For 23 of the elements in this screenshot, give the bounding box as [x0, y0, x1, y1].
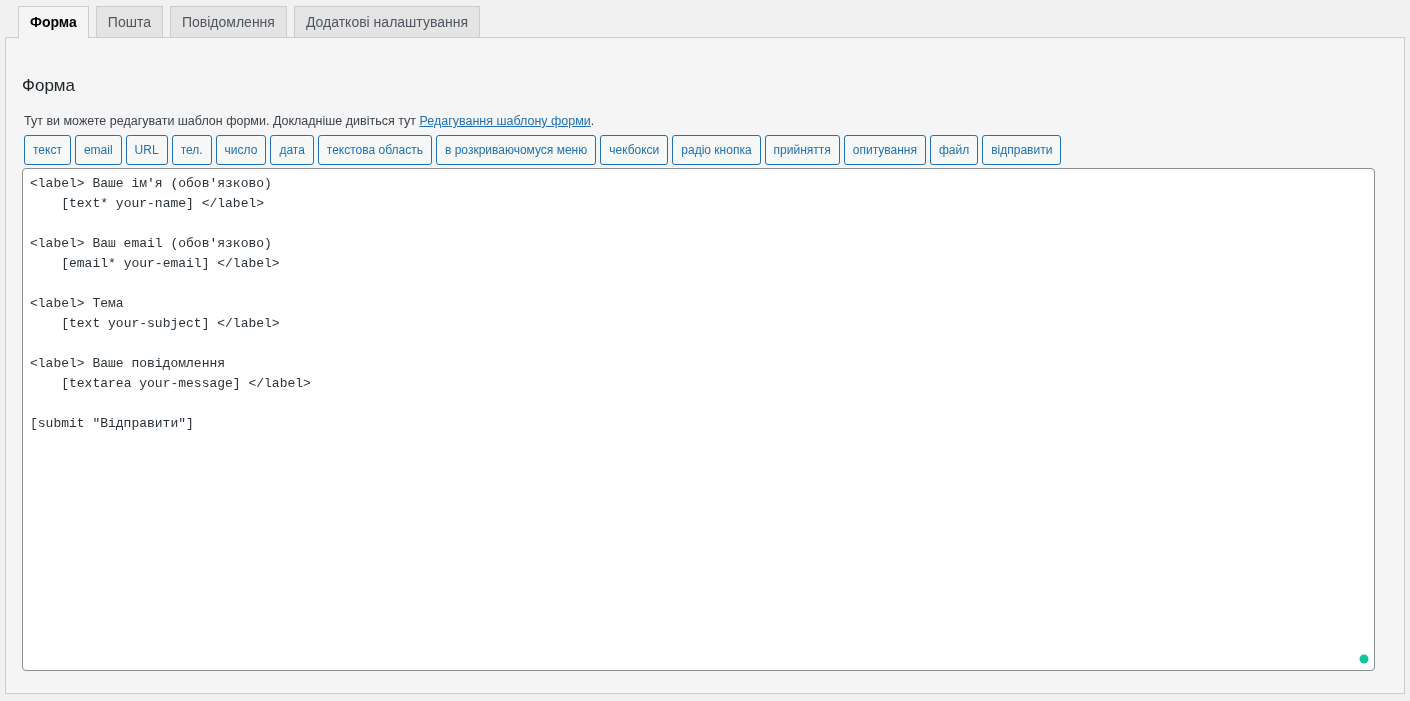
description-text: Тут ви можете редагувати шаблон форми. Докладніше дивіться тут Редагування шаблону форми.: [24, 113, 596, 130]
tag-button[interactable]: файл: [929, 135, 979, 165]
tab[interactable]: Додаткові налаштування: [293, 6, 480, 37]
tag-button[interactable]: прийняття: [764, 135, 840, 165]
form-template-editor[interactable]: <label> Ваше ім'я (обов'язково) [text* your-name] </label> <label> Ваш email (обов'язково) [email* your-email] </label> <label> Тема [text your-subject] </label> <label> Ваше повідомлення [textarea your-message] </label> [submit "Відправити"]: [22, 168, 1375, 671]
tag-button[interactable]: радіо кнопка: [672, 135, 761, 165]
section-heading: Форма: [22, 75, 76, 97]
tag-button[interactable]: чекбокси: [600, 135, 669, 165]
tag-button[interactable]: дата: [270, 135, 314, 165]
tab[interactable]: Форма: [18, 6, 89, 38]
tag-button[interactable]: в розкриваючомуся меню: [435, 135, 597, 165]
status-dot-icon: [1359, 654, 1369, 664]
tab[interactable]: Пошта: [95, 6, 163, 37]
tag-button[interactable]: URL: [125, 135, 168, 165]
tag-button[interactable]: текст: [24, 135, 71, 165]
tag-button[interactable]: опитування: [843, 135, 926, 165]
tag-button[interactable]: відправити: [982, 135, 1062, 165]
tag-button[interactable]: email: [74, 135, 122, 165]
tag-button[interactable]: текстова область: [317, 135, 432, 165]
tag-button[interactable]: тел.: [171, 135, 212, 165]
tag-button[interactable]: число: [215, 135, 267, 165]
template-help-link[interactable]: Редагування шаблону форми: [419, 114, 591, 128]
tab[interactable]: Повідомлення: [169, 6, 287, 37]
